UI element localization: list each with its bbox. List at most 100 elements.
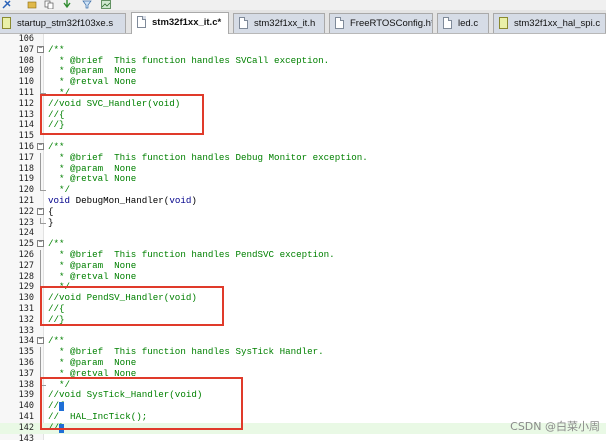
line-number: 137 [18, 368, 34, 379]
line-number: 126 [18, 250, 34, 260]
line-number: 110 [18, 77, 34, 88]
line-number: 116 [18, 142, 34, 152]
fold-guide [40, 250, 41, 261]
line-number: 140 [18, 401, 34, 412]
code-text: /** [48, 43, 65, 55]
file-icon [443, 17, 452, 29]
fold-guide [40, 260, 41, 272]
code-line[interactable]: 110 * @retval None [0, 76, 606, 88]
fold-guide [40, 77, 41, 88]
fold-toggle-icon[interactable]: − [37, 207, 44, 215]
code-line[interactable]: 128 * @retval None [0, 271, 606, 283]
fold-guide [40, 358, 41, 369]
fold-guide [40, 55, 41, 67]
code-line[interactable]: 117 * @brief This function handles Debug… [0, 151, 606, 164]
line-number: 132 [18, 314, 34, 325]
filter-icon[interactable] [82, 0, 92, 9]
line-number: 106 [18, 34, 34, 44]
highlight-box-pendsv-handler [40, 286, 224, 326]
line-number: 127 [18, 260, 34, 271]
code-line[interactable]: 123} [0, 216, 606, 229]
line-number: 114 [18, 120, 34, 131]
tab-stm32f1xx-it-c[interactable]: stm32f1xx_it.c* [131, 12, 229, 34]
code-text: void DebugMon_Handler(void) [48, 195, 197, 206]
tab-freertosconfig-h[interactable]: FreeRTOSConfig.h* [329, 13, 433, 33]
line-number: 135 [18, 347, 34, 358]
file-icon [2, 17, 11, 29]
tab-led-c[interactable]: led.c [437, 13, 489, 33]
code-line[interactable]: 124 [0, 228, 606, 239]
line-number: 119 [18, 174, 34, 185]
line-number: 107 [18, 44, 34, 55]
file-icon [335, 17, 344, 29]
highlight-box-systick-handler [40, 377, 243, 430]
fold-toggle-icon[interactable]: − [37, 143, 44, 150]
line-number: 139 [18, 390, 34, 401]
code-text: { [48, 205, 54, 217]
folder-icon[interactable] [27, 0, 37, 9]
code-line[interactable]: 119 * @retval None [0, 174, 606, 186]
code-line[interactable]: 127 * @param None [0, 259, 606, 272]
line-number: 128 [18, 271, 34, 282]
line-number: 120 [18, 185, 34, 196]
code-line[interactable]: 121 void DebugMon_Handler(void) [0, 195, 606, 207]
watermark: CSDN @白菜小周 [510, 420, 600, 433]
fold-end-marker [40, 185, 46, 192]
line-number: 142 [18, 422, 34, 433]
line-number: 130 [18, 293, 34, 304]
code-text: * @brief This function handles Debug Mon… [48, 151, 368, 163]
line-number: 109 [18, 66, 34, 77]
copy-icon[interactable] [44, 0, 54, 9]
fold-guide [40, 163, 41, 175]
download-icon[interactable] [62, 0, 72, 9]
file-icon [499, 17, 508, 29]
line-number: 121 [18, 196, 34, 206]
code-text: } [48, 216, 54, 228]
line-number: 111 [18, 88, 34, 98]
toolbar [0, 0, 606, 10]
line-number: 117 [18, 152, 34, 163]
image-icon[interactable] [101, 0, 111, 9]
fold-toggle-icon[interactable]: − [37, 240, 44, 248]
fold-guide [40, 347, 41, 358]
line-number: 125 [18, 239, 34, 250]
fold-end-marker [40, 217, 46, 224]
code-editor[interactable]: 106 107−/** 108 * @brief This function han… [0, 34, 606, 444]
line-number: 141 [18, 412, 34, 422]
highlight-box-svc-handler [40, 94, 204, 135]
code-line[interactable]: 107−/** [0, 43, 606, 56]
line-number: 115 [18, 131, 34, 142]
line-number: 143 [18, 433, 34, 444]
fold-guide [40, 271, 41, 283]
tab-stm32f1xx-it-h[interactable]: stm32f1xx_it.h [233, 13, 325, 33]
line-number: 113 [18, 109, 34, 120]
file-icon [137, 16, 146, 28]
fold-toggle-icon[interactable]: − [37, 45, 44, 53]
build-icon[interactable] [2, 0, 12, 9]
code-line[interactable]: 106 [0, 34, 606, 45]
line-number: 138 [18, 379, 34, 390]
code-line[interactable]: 143 [0, 434, 606, 444]
line-number: 123 [18, 217, 34, 228]
fold-guide [40, 174, 41, 186]
line-number: 134 [18, 336, 34, 347]
fold-guide [40, 66, 41, 78]
editor-tab-bar: startup_stm32f103xe.s stm32f1xx_it.c* st… [0, 10, 606, 34]
line-number: 108 [18, 55, 34, 66]
code-text: * @param None [48, 259, 137, 271]
fold-guide [40, 152, 41, 164]
fold-toggle-icon[interactable]: − [37, 337, 44, 345]
tab-stm32f1xx-hal-spi-c[interactable]: stm32f1xx_hal_spi.c [493, 13, 606, 33]
line-number: 118 [18, 163, 34, 174]
line-number: 129 [18, 282, 34, 293]
line-number: 122 [18, 206, 34, 217]
code-line[interactable]: 122−{ [0, 205, 606, 218]
line-number: 136 [18, 358, 34, 368]
tab-startup-stm32f103xe[interactable]: startup_stm32f103xe.s [0, 13, 126, 33]
line-number: 133 [18, 325, 34, 336]
line-number: 112 [18, 98, 34, 109]
code-line[interactable]: 133 [0, 326, 606, 337]
file-icon [239, 17, 248, 29]
line-number: 124 [18, 228, 34, 239]
line-number: 131 [18, 304, 34, 314]
